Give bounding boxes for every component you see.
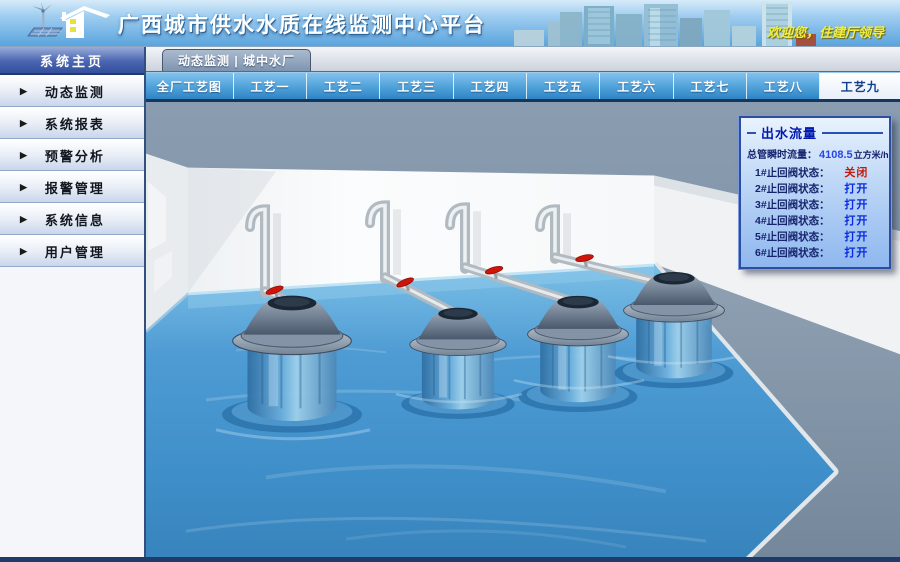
app-window: 广西城市供水水质在线监测中心平台	[0, 0, 900, 557]
sidebar-menu-item[interactable]: ▶ 预警分析	[0, 139, 144, 171]
valve-status-row: 3#止回阀状态： 打开	[747, 196, 883, 212]
valve-label: 3#止回阀状态：	[755, 197, 830, 212]
process-tab[interactable]: 工艺二	[307, 73, 380, 99]
page-title: 广西城市供水水质在线监测中心平台	[118, 9, 486, 39]
arrow-right-icon: ▶	[20, 86, 29, 97]
sidebar-menu-item[interactable]: ▶ 动态监测	[0, 75, 144, 107]
valve-status-value: 关闭	[830, 164, 883, 180]
sidebar-menu: ▶ 动态监测 ▶ 系统报表 ▶ 预警分析 ▶	[0, 75, 144, 267]
valve-label: 1#止回阀状态：	[755, 165, 830, 180]
welcome-text: 欢迎您，住建厅领导	[767, 22, 884, 41]
breadcrumb-row: 动态监测 | 城中水厂	[146, 47, 900, 72]
arrow-right-icon: ▶	[20, 214, 29, 225]
sidebar-filler	[0, 267, 144, 557]
process-tabbar: 全厂工艺图 工艺一 工艺二 工艺三 工艺四 工艺五 工艺六 工艺七 工艺八	[146, 72, 900, 99]
valve-label: 6#止回阀状态：	[755, 245, 830, 260]
arrow-right-icon: ▶	[20, 182, 29, 193]
flow-total-row: 总管瞬时流量：4108.5立方米/h	[747, 146, 883, 161]
valve-status-row: 5#止回阀状态： 打开	[747, 228, 883, 244]
valve-label: 2#止回阀状态：	[755, 181, 830, 196]
flow-unit: 立方米/h	[854, 148, 889, 161]
window-bottom-edge	[0, 557, 900, 562]
sidebar-menu-item[interactable]: ▶ 系统信息	[0, 203, 144, 235]
sidebar-item-label: 动态监测	[45, 82, 105, 101]
sidebar-menu-item[interactable]: ▶ 用户管理	[0, 235, 144, 267]
app-header: 广西城市供水水质在线监测中心平台	[0, 0, 900, 47]
arrow-right-icon: ▶	[20, 118, 29, 129]
process-tab[interactable]: 工艺五	[527, 73, 600, 99]
sidebar-item-label: 系统报表	[45, 114, 105, 133]
flow-value: 4108.5	[819, 149, 853, 161]
valve-label: 4#止回阀状态：	[755, 213, 830, 228]
valve-status-value: 打开	[830, 196, 883, 212]
sidebar-item-label: 报警管理	[45, 178, 105, 197]
breadcrumb-tab[interactable]: 动态监测 | 城中水厂	[162, 49, 311, 71]
process-tab[interactable]: 工艺六	[600, 73, 673, 99]
process-tab[interactable]: 工艺一	[234, 73, 307, 99]
process-tab[interactable]: 工艺七	[674, 73, 747, 99]
sidebar-menu-item[interactable]: ▶ 报警管理	[0, 171, 144, 203]
sidebar: 系统主页 ▶ 动态监测 ▶ 系统报表 ▶ 预警分析	[0, 47, 146, 557]
arrow-right-icon: ▶	[20, 150, 29, 161]
process-tab[interactable]: 全厂工艺图	[146, 73, 234, 99]
valve-status-value: 打开	[830, 180, 883, 196]
sidebar-item-label: 用户管理	[45, 242, 105, 261]
process-tab[interactable]: 工艺四	[454, 73, 527, 99]
process-tab[interactable]: 工艺八	[747, 73, 820, 99]
valve-status-list: 1#止回阀状态： 关闭 2#止回阀状态： 打开 3#止回阀状态： 打	[747, 164, 883, 260]
sidebar-item-label: 系统信息	[45, 210, 105, 229]
sidebar-item-label: 预警分析	[45, 146, 105, 165]
pump-room-scene: 出水流量 总管瞬时流量：4108.5立方米/h 1#止回阀状态： 关闭	[146, 102, 900, 557]
valve-status-value: 打开	[830, 212, 883, 228]
process-tab[interactable]: 工艺三	[380, 73, 453, 99]
valve-status-row: 1#止回阀状态： 关闭	[747, 164, 883, 180]
valve-status-row: 4#止回阀状态： 打开	[747, 212, 883, 228]
content-area: 动态监测 | 城中水厂 全厂工艺图 工艺一 工艺二 工艺三 工艺四 工艺五 工艺…	[146, 47, 900, 557]
process-tab[interactable]: 工艺九	[820, 73, 900, 99]
sidebar-menu-item[interactable]: ▶ 系统报表	[0, 107, 144, 139]
house-icon	[60, 6, 110, 38]
platform-logo	[22, 2, 114, 44]
solar-panel-icon	[28, 28, 62, 36]
valve-status-row: 6#止回阀状态： 打开	[747, 244, 883, 260]
arrow-right-icon: ▶	[20, 246, 29, 257]
outflow-info-panel: 出水流量 总管瞬时流量：4108.5立方米/h 1#止回阀状态： 关闭	[739, 116, 891, 269]
sidebar-home-button[interactable]: 系统主页	[0, 47, 144, 75]
valve-status-value: 打开	[830, 244, 883, 260]
valve-label: 5#止回阀状态：	[755, 229, 830, 244]
valve-status-row: 2#止回阀状态： 打开	[747, 180, 883, 196]
panel-title: 出水流量	[761, 123, 817, 142]
flow-label: 总管瞬时流量：	[747, 146, 817, 161]
valve-status-value: 打开	[830, 228, 883, 244]
